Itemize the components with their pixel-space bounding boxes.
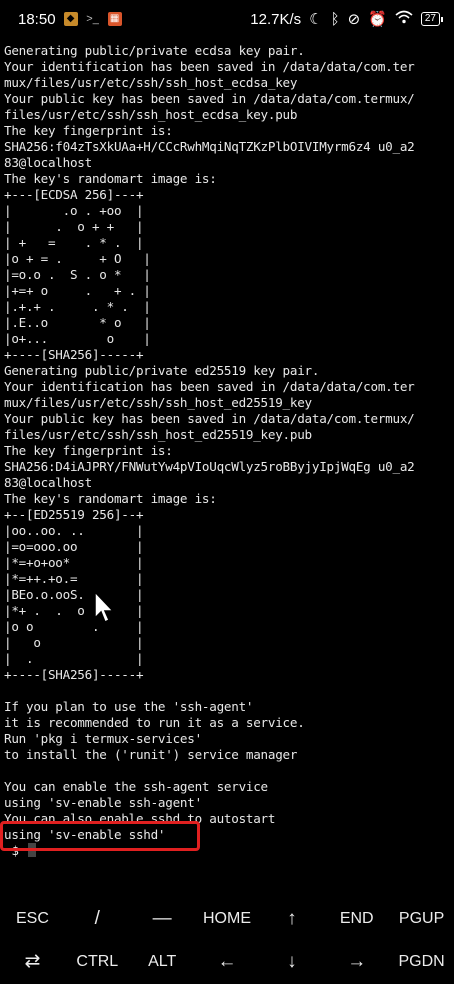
mute-icon: ⊘ bbox=[347, 11, 361, 28]
terminal-line: |o o . | bbox=[4, 619, 144, 634]
terminal-line: files/usr/etc/ssh/ssh_host_ecdsa_key.pub bbox=[4, 107, 298, 122]
key-alt[interactable]: ALT bbox=[130, 940, 195, 983]
key-up-arrow[interactable]: ↑ bbox=[259, 897, 324, 940]
terminal-line: | . | bbox=[4, 651, 144, 666]
terminal-line: +----[SHA256]-----+ bbox=[4, 347, 144, 362]
terminal-line: | + = . * . | bbox=[4, 235, 144, 250]
terminal-line: files/usr/etc/ssh/ssh_host_ed25519_key.p… bbox=[4, 427, 312, 442]
terminal-line: The key fingerprint is: bbox=[4, 443, 173, 458]
terminal-line: |*=++.+o.= | bbox=[4, 571, 144, 586]
terminal-line: |o + = . + O | bbox=[4, 251, 151, 266]
terminal-line: Your public key has been saved in /data/… bbox=[4, 411, 415, 426]
terminal-line: Your identification has been saved in /d… bbox=[4, 59, 415, 74]
key-down-arrow[interactable]: ↓ bbox=[259, 940, 324, 983]
terminal-line: |*=+o+oo* | bbox=[4, 555, 144, 570]
terminal-line: Your public key has been saved in /data/… bbox=[4, 91, 415, 106]
key-esc[interactable]: ESC bbox=[0, 897, 65, 940]
terminal-line: | o | bbox=[4, 635, 144, 650]
terminal-line: You can enable the ssh-agent service bbox=[4, 779, 268, 794]
terminal-line: mux/files/usr/etc/ssh/ssh_host_ed25519_k… bbox=[4, 395, 312, 410]
key-right-arrow[interactable]: → bbox=[324, 940, 389, 983]
key-home[interactable]: HOME bbox=[195, 897, 260, 940]
app-notification-icon: ◆ bbox=[63, 12, 78, 26]
terminal-line: +----[SHA256]-----+ bbox=[4, 667, 144, 682]
key-slash[interactable]: / bbox=[65, 897, 130, 940]
terminal-line: |*+ . . o | bbox=[4, 603, 144, 618]
terminal-line: +--[ED25519 256]--+ bbox=[4, 507, 144, 522]
terminal-line: it is recommended to run it as a service… bbox=[4, 715, 305, 730]
terminal-line: The key fingerprint is: bbox=[4, 123, 173, 138]
mouse-pointer-icon bbox=[94, 590, 115, 624]
bluetooth-icon: ᛒ bbox=[330, 10, 340, 28]
extra-keys-row-1: ESC / — HOME ↑ END PGUP bbox=[0, 897, 454, 940]
terminal-line: | . o + + | bbox=[4, 219, 144, 234]
extra-keys-bar: ESC / — HOME ↑ END PGUP ⇄ CTRL ALT ← ↓ → PGDN bbox=[0, 897, 454, 984]
alarm-icon: ⏰ bbox=[368, 11, 387, 28]
terminal-line: The key's randomart image is: bbox=[4, 491, 217, 506]
terminal-line: +---[ECDSA 256]---+ bbox=[4, 187, 144, 202]
key-dash[interactable]: — bbox=[130, 897, 195, 940]
terminal-notification-icon: >_ bbox=[86, 13, 99, 25]
terminal-line: Generating public/private ecdsa key pair… bbox=[4, 43, 305, 58]
terminal-line: |=o=ooo.oo | bbox=[4, 539, 144, 554]
terminal-line: Your identification has been saved in /d… bbox=[4, 379, 415, 394]
status-right: 12.7K/s ☾ ᛒ ⊘ ⏰ 27 bbox=[250, 10, 444, 28]
terminal-line: SHA256:D4iAJPRY/FNWutYw4pVIoUqcWlyz5roBB… bbox=[4, 459, 415, 474]
wifi-icon bbox=[395, 10, 413, 28]
key-pgup[interactable]: PGUP bbox=[389, 897, 454, 940]
extra-keys-row-2: ⇄ CTRL ALT ← ↓ → PGDN bbox=[0, 940, 454, 983]
moon-icon: ☾ bbox=[309, 11, 323, 28]
terminal-line: 83@localhost bbox=[4, 155, 92, 170]
key-end[interactable]: END bbox=[324, 897, 389, 940]
terminal-line: |oo..oo. .. | bbox=[4, 523, 144, 538]
highlight-annotation bbox=[0, 821, 200, 851]
app-notification-icon-2: ▦ bbox=[107, 12, 122, 26]
key-pgdn[interactable]: PGDN bbox=[389, 940, 454, 983]
battery-icon: 27 bbox=[420, 12, 444, 26]
clock: 18:50 bbox=[18, 10, 56, 28]
terminal-line: Run 'pkg i termux-services' bbox=[4, 731, 202, 746]
key-tab[interactable]: ⇄ bbox=[0, 940, 65, 983]
terminal-line: |o+... o | bbox=[4, 331, 151, 346]
terminal-line: |.+.+ . . * . | bbox=[4, 299, 151, 314]
terminal-line: 83@localhost bbox=[4, 475, 92, 490]
terminal-line: mux/files/usr/etc/ssh/ssh_host_ecdsa_key bbox=[4, 75, 298, 90]
terminal-line: | .o . +oo | bbox=[4, 203, 144, 218]
terminal-line: using 'sv-enable ssh-agent' bbox=[4, 795, 202, 810]
key-left-arrow[interactable]: ← bbox=[195, 940, 260, 983]
terminal-line: If you plan to use the 'ssh-agent' bbox=[4, 699, 254, 714]
terminal-line: Generating public/private ed25519 key pa… bbox=[4, 363, 320, 378]
terminal-line: |=o.o . S . o * | bbox=[4, 267, 151, 282]
key-ctrl[interactable]: CTRL bbox=[65, 940, 130, 983]
network-speed: 12.7K/s bbox=[250, 10, 302, 28]
terminal-line: to install the ('runit') service manager bbox=[4, 747, 298, 762]
status-bar: 18:50 ◆ >_ ▦ 12.7K/s ☾ ᛒ ⊘ ⏰ 27 bbox=[0, 0, 454, 38]
terminal-line: SHA256:f04zTsXkUAa+H/CCcRwhMqiNqTZKzPlbO… bbox=[4, 139, 415, 154]
terminal-line: |+=+ o . + . | bbox=[4, 283, 151, 298]
terminal-line: |.E..o * o | bbox=[4, 315, 151, 330]
terminal-output[interactable]: Generating public/private ecdsa key pair… bbox=[4, 43, 452, 873]
terminal-line: The key's randomart image is: bbox=[4, 171, 217, 186]
terminal-line: |BEo.o.ooS. | bbox=[4, 587, 144, 602]
status-left: 18:50 ◆ >_ ▦ bbox=[18, 11, 122, 28]
